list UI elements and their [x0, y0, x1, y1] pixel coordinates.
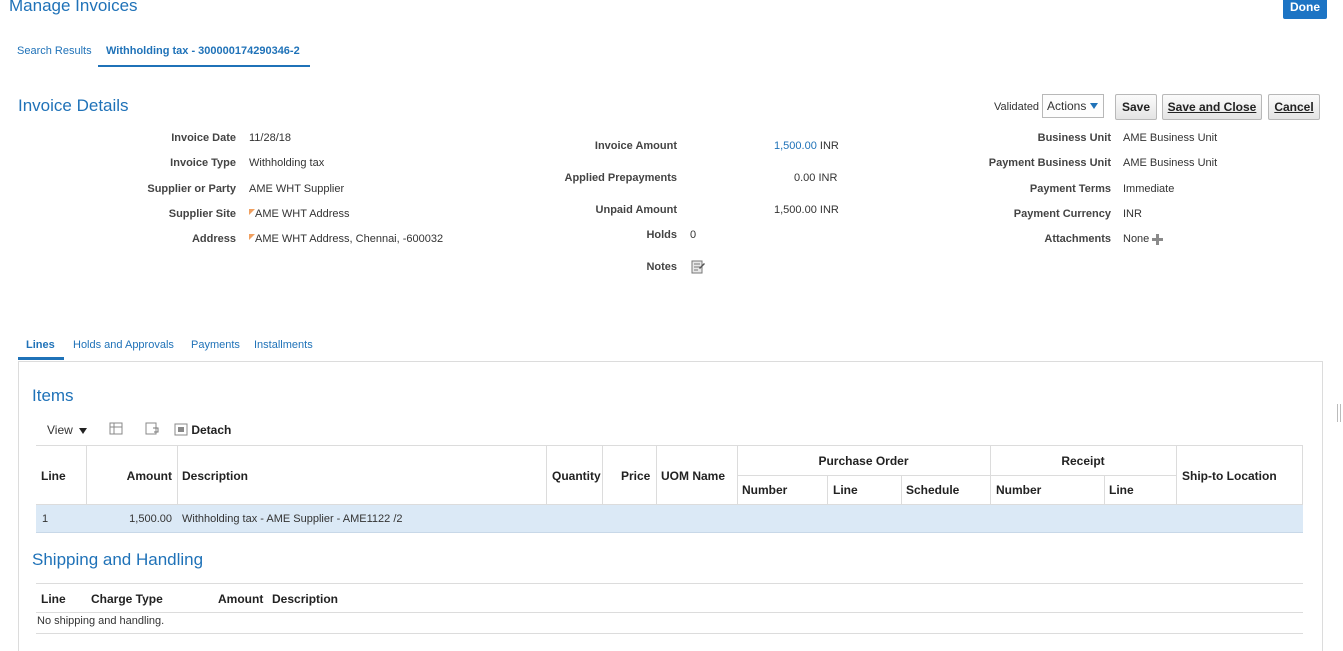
supplier-site-value: AME WHT Address — [255, 208, 350, 220]
holds-value: 0 — [690, 229, 697, 241]
attachments-value: None — [1123, 233, 1150, 245]
shipping-empty-text: No shipping and handling. — [37, 615, 165, 627]
notes-edit-icon[interactable] — [691, 259, 705, 277]
actions-menu-button[interactable]: Actions — [1042, 94, 1104, 118]
business-unit-label: Business Unit — [1037, 132, 1111, 144]
payment-currency-value: INR — [1123, 208, 1142, 220]
address-label: Address — [191, 233, 236, 245]
supplier-site-field[interactable]: AME WHT Address — [249, 208, 350, 220]
supplier-label: Supplier or Party — [147, 183, 236, 195]
ship-col-charge-type[interactable]: Charge Type — [91, 592, 163, 606]
applied-prepayments-currency: INR — [818, 172, 838, 184]
invoice-type-value: Withholding tax — [249, 157, 325, 169]
unpaid-amount-value: 1,500.00 — [774, 204, 817, 216]
col-line[interactable]: Line — [41, 469, 66, 483]
lines-tab-indicator — [18, 357, 64, 360]
unpaid-amount-field: 1,500.00 INR — [774, 204, 839, 216]
chevron-down-icon — [1090, 103, 1098, 109]
invoice-amount-link[interactable]: 1,500.00 — [774, 140, 817, 152]
view-menu[interactable]: View — [47, 423, 88, 437]
col-po-schedule[interactable]: Schedule — [906, 483, 959, 497]
actions-label: Actions — [1047, 99, 1087, 113]
col-po-line[interactable]: Line — [833, 483, 858, 497]
invoice-date-value: 11/28/18 — [249, 132, 292, 144]
row-description: Withholding tax - AME Supplier - AME1122… — [182, 513, 403, 525]
detach-button[interactable]: Detach — [174, 423, 231, 437]
invoice-type-label: Invoice Type — [170, 157, 236, 169]
col-ship-to-location[interactable]: Ship-to Location — [1182, 469, 1277, 483]
invoice-date-label: Invoice Date — [171, 132, 236, 144]
attachments-label: Attachments — [1044, 233, 1111, 245]
cancel-button[interactable]: Cancel — [1268, 94, 1320, 120]
tab-installments[interactable]: Installments — [254, 339, 313, 351]
payment-currency-label: Payment Currency — [1013, 208, 1111, 220]
col-receipt-number[interactable]: Number — [996, 483, 1041, 497]
tab-holds-and-approvals[interactable]: Holds and Approvals — [73, 339, 174, 351]
row-line: 1 — [42, 513, 49, 525]
tab-withholding-invoice[interactable]: Withholding tax - 300000174290346-2 — [106, 45, 300, 57]
applied-prepayments-label: Applied Prepayments — [564, 172, 677, 184]
applied-prepayments-field: 0.00 INR — [794, 172, 837, 184]
tab-search-results[interactable]: Search Results — [17, 45, 92, 57]
detach-icon — [174, 423, 188, 436]
invoice-details-title: Invoice Details — [18, 96, 129, 115]
ship-col-amount[interactable]: Amount — [218, 592, 263, 606]
supplier-site-label: Supplier Site — [168, 208, 236, 220]
invoice-amount-label: Invoice Amount — [594, 140, 677, 152]
ship-col-line[interactable]: Line — [41, 592, 66, 606]
notes-label: Notes — [646, 261, 677, 273]
done-button[interactable]: Done — [1283, 0, 1327, 19]
tab-lines[interactable]: Lines — [26, 339, 55, 351]
items-title: Items — [32, 386, 74, 405]
freeze-icon[interactable] — [109, 422, 123, 438]
supplier-value: AME WHT Supplier — [249, 183, 345, 195]
page-title: Manage Invoices — [9, 0, 138, 15]
address-value: AME WHT Address, Chennai, -600032 — [255, 233, 444, 245]
detach-label: Detach — [191, 423, 232, 437]
business-unit-value: AME Business Unit — [1123, 132, 1218, 144]
col-receipt-line[interactable]: Line — [1109, 483, 1134, 497]
validation-status-link[interactable]: Validated — [994, 101, 1039, 113]
unpaid-amount-currency: INR — [819, 204, 839, 216]
holds-label: Holds — [646, 229, 677, 241]
col-amount[interactable]: Amount — [90, 469, 172, 483]
payment-business-unit-label: Payment Business Unit — [988, 157, 1111, 169]
save-and-close-button[interactable]: Save and Close — [1162, 94, 1262, 120]
add-attachment-icon[interactable] — [1151, 233, 1164, 249]
invoice-amount-currency: INR — [819, 140, 839, 152]
payment-business-unit-value: AME Business Unit — [1123, 157, 1218, 169]
table-row[interactable]: 1 1,500.00 Withholding tax - AME Supplie… — [36, 505, 1303, 533]
col-group-receipt: Receipt — [1061, 454, 1105, 468]
invoice-amount-field[interactable]: 1,500.00 INR — [774, 140, 839, 152]
col-price[interactable]: Price — [621, 469, 650, 483]
row-amount: 1,500.00 — [129, 513, 172, 525]
applied-prepayments-value: 0.00 — [794, 172, 816, 184]
address-field[interactable]: AME WHT Address, Chennai, -600032 — [249, 233, 443, 245]
unpaid-amount-label: Unpaid Amount — [595, 204, 677, 216]
payment-terms-label: Payment Terms — [1029, 183, 1111, 195]
col-quantity[interactable]: Quantity — [552, 469, 601, 483]
col-description[interactable]: Description — [182, 469, 248, 483]
save-button[interactable]: Save — [1115, 94, 1157, 120]
col-group-purchase-order: Purchase Order — [818, 454, 909, 468]
ship-col-description[interactable]: Description — [272, 592, 338, 606]
triangle-down-icon — [79, 428, 88, 434]
active-tab-indicator — [98, 65, 310, 67]
shipping-title: Shipping and Handling — [32, 550, 204, 569]
payment-terms-value: Immediate — [1123, 183, 1175, 195]
col-po-number[interactable]: Number — [742, 483, 787, 497]
tab-payments[interactable]: Payments — [191, 339, 240, 351]
wrap-icon[interactable] — [145, 422, 159, 438]
view-label: View — [47, 423, 73, 437]
col-uom-name[interactable]: UOM Name — [661, 469, 725, 483]
splitter-handle[interactable] — [1337, 404, 1341, 422]
